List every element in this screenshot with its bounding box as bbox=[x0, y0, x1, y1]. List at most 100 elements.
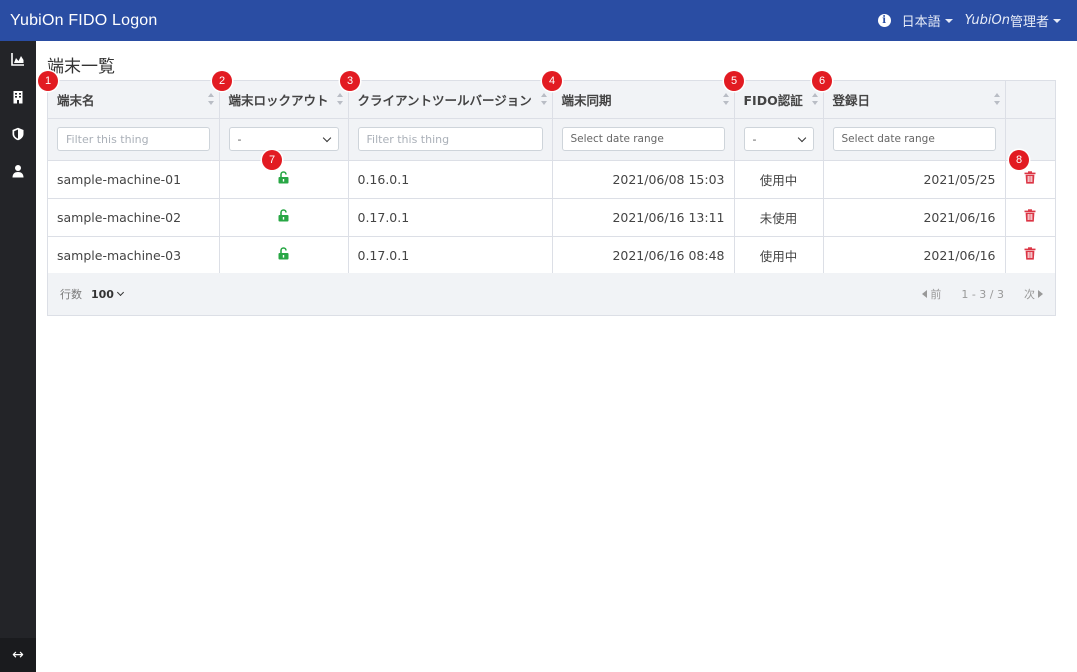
lockout-cell bbox=[219, 236, 349, 275]
language-label: 日本語 bbox=[901, 15, 941, 30]
sort-icon[interactable] bbox=[207, 93, 214, 105]
pagination: 前 1 - 3 / 3 次 bbox=[922, 286, 1043, 302]
column-header-sync[interactable]: 端末同期 bbox=[552, 81, 735, 119]
select-value: - bbox=[752, 132, 757, 146]
sync-cell: 2021/06/16 13:11 bbox=[552, 198, 735, 237]
column-label: 端末同期 bbox=[561, 92, 612, 108]
table-row: sample-machine-02 0.17.0.1 2021/06/16 13… bbox=[48, 198, 1055, 237]
chevron-down-icon bbox=[116, 288, 125, 297]
device-name-filter-input[interactable]: Filter this thing bbox=[57, 127, 210, 151]
arrows-horizontal-icon: ↔ bbox=[12, 647, 24, 663]
sidebar-item-users[interactable] bbox=[0, 154, 36, 188]
table-row: sample-machine-01 0.16.0.1 2021/06/08 15… bbox=[48, 160, 1055, 199]
version-filter-input[interactable]: Filter this thing bbox=[357, 127, 543, 151]
admin-brand: YubiOn bbox=[964, 13, 1010, 28]
column-label: 端末ロックアウト bbox=[228, 92, 329, 108]
user-icon bbox=[12, 165, 24, 178]
column-header-registered[interactable]: 登録日 bbox=[823, 81, 1006, 119]
rows-per-page-value: 100 bbox=[91, 287, 114, 301]
annotation-badge-2: 2 bbox=[212, 71, 232, 91]
sort-icon[interactable] bbox=[540, 93, 547, 105]
annotation-badge-7: 7 bbox=[262, 150, 282, 170]
app-title[interactable]: YubiOn FIDO Logon bbox=[10, 12, 158, 30]
page-range: 1 - 3 / 3 bbox=[961, 287, 1004, 301]
unlock-icon[interactable] bbox=[278, 209, 289, 222]
table-footer: 行数 100 前 1 - 3 / 3 次 bbox=[48, 273, 1055, 315]
trash-icon[interactable] bbox=[1024, 171, 1036, 184]
unlock-icon[interactable] bbox=[278, 247, 289, 260]
devices-table: 端末名 端末ロックアウト クライアントツールバージョン 端末同期 FIDO認証 … bbox=[48, 81, 1055, 275]
registered-cell: 2021/06/16 bbox=[823, 198, 1006, 237]
annotation-badge-3: 3 bbox=[340, 71, 360, 91]
column-header-device-name[interactable]: 端末名 bbox=[48, 81, 220, 119]
sort-icon[interactable] bbox=[722, 93, 729, 105]
column-label: FIDO認証 bbox=[743, 92, 803, 108]
prev-page-button[interactable]: 前 bbox=[930, 286, 941, 302]
top-navbar: YubiOn FIDO Logon i 日本語 YubiOn 管理者 bbox=[0, 0, 1077, 41]
column-header-client-version[interactable]: クライアントツールバージョン bbox=[348, 81, 553, 119]
actions-cell bbox=[1005, 198, 1055, 237]
registered-cell: 2021/06/16 bbox=[823, 236, 1006, 275]
rows-per-page-label: 行数 bbox=[60, 288, 82, 301]
trash-icon[interactable] bbox=[1024, 247, 1036, 260]
rows-per-page-select[interactable]: 100 bbox=[91, 287, 125, 301]
version-cell: 0.17.0.1 bbox=[348, 198, 553, 237]
fido-filter-select[interactable]: - bbox=[743, 127, 814, 151]
caret-down-icon bbox=[1053, 18, 1061, 23]
devices-table-card: 端末名 端末ロックアウト クライアントツールバージョン 端末同期 FIDO認証 … bbox=[47, 80, 1056, 316]
sync-cell: 2021/06/08 15:03 bbox=[552, 160, 735, 199]
caret-down-icon bbox=[944, 18, 953, 23]
sidebar: ↔ bbox=[0, 41, 36, 672]
admin-suffix: 管理者 bbox=[1009, 15, 1049, 30]
column-header-lockout[interactable]: 端末ロックアウト bbox=[219, 81, 349, 119]
version-cell: 0.16.0.1 bbox=[348, 160, 553, 199]
column-label: 登録日 bbox=[832, 92, 871, 108]
language-dropdown[interactable]: 日本語 bbox=[902, 11, 953, 30]
sidebar-item-security[interactable] bbox=[0, 117, 36, 151]
sync-cell: 2021/06/16 08:48 bbox=[552, 236, 735, 275]
device-name-cell: sample-machine-03 bbox=[48, 236, 220, 275]
column-label: クライアントツールバージョン bbox=[357, 92, 532, 108]
chevron-down-icon bbox=[322, 133, 331, 142]
registered-cell: 2021/05/25 bbox=[823, 160, 1006, 199]
unlock-icon[interactable] bbox=[278, 171, 289, 184]
info-icon[interactable]: i bbox=[877, 14, 891, 27]
caret-left-icon bbox=[922, 290, 928, 298]
trash-icon[interactable] bbox=[1024, 209, 1036, 222]
table-row: sample-machine-03 0.17.0.1 2021/06/16 08… bbox=[48, 236, 1055, 275]
lockout-filter-select[interactable]: - bbox=[228, 127, 339, 151]
sync-date-range-input[interactable]: Select date range bbox=[561, 127, 725, 151]
annotation-badge-8: 8 bbox=[1009, 150, 1029, 170]
sort-icon[interactable] bbox=[811, 93, 818, 105]
device-name-cell: sample-machine-02 bbox=[48, 198, 220, 237]
column-label: 端末名 bbox=[57, 92, 95, 108]
chart-area-icon bbox=[11, 53, 24, 66]
fido-cell: 使用中 bbox=[734, 160, 824, 199]
device-name-cell: sample-machine-01 bbox=[48, 160, 220, 199]
topbar-right: i 日本語 YubiOn 管理者 bbox=[877, 11, 1067, 30]
column-header-actions bbox=[1005, 81, 1055, 119]
sidebar-item-organization[interactable] bbox=[0, 80, 36, 114]
shield-icon bbox=[12, 127, 24, 141]
fido-cell: 未使用 bbox=[734, 198, 824, 237]
sort-icon[interactable] bbox=[336, 93, 343, 105]
annotation-badge-5: 5 bbox=[724, 71, 744, 91]
annotation-badge-6: 6 bbox=[812, 71, 832, 91]
registered-date-range-input[interactable]: Select date range bbox=[832, 127, 996, 151]
admin-dropdown[interactable]: YubiOn 管理者 bbox=[965, 11, 1061, 30]
column-header-fido[interactable]: FIDO認証 bbox=[734, 81, 824, 119]
page-title: 端末一覧 bbox=[47, 57, 115, 77]
caret-right-icon bbox=[1038, 290, 1043, 298]
chevron-down-icon bbox=[797, 133, 806, 142]
version-cell: 0.17.0.1 bbox=[348, 236, 553, 275]
next-page-button[interactable]: 次 bbox=[1024, 286, 1035, 302]
actions-cell bbox=[1005, 236, 1055, 275]
sort-icon[interactable] bbox=[993, 93, 1000, 105]
annotation-badge-1: 1 bbox=[38, 71, 58, 91]
sidebar-item-dashboard[interactable] bbox=[0, 42, 36, 76]
select-value: - bbox=[237, 132, 242, 146]
lockout-cell bbox=[219, 160, 349, 199]
building-icon bbox=[13, 91, 23, 104]
sidebar-toggle-button[interactable]: ↔ bbox=[0, 638, 36, 672]
fido-cell: 使用中 bbox=[734, 236, 824, 275]
